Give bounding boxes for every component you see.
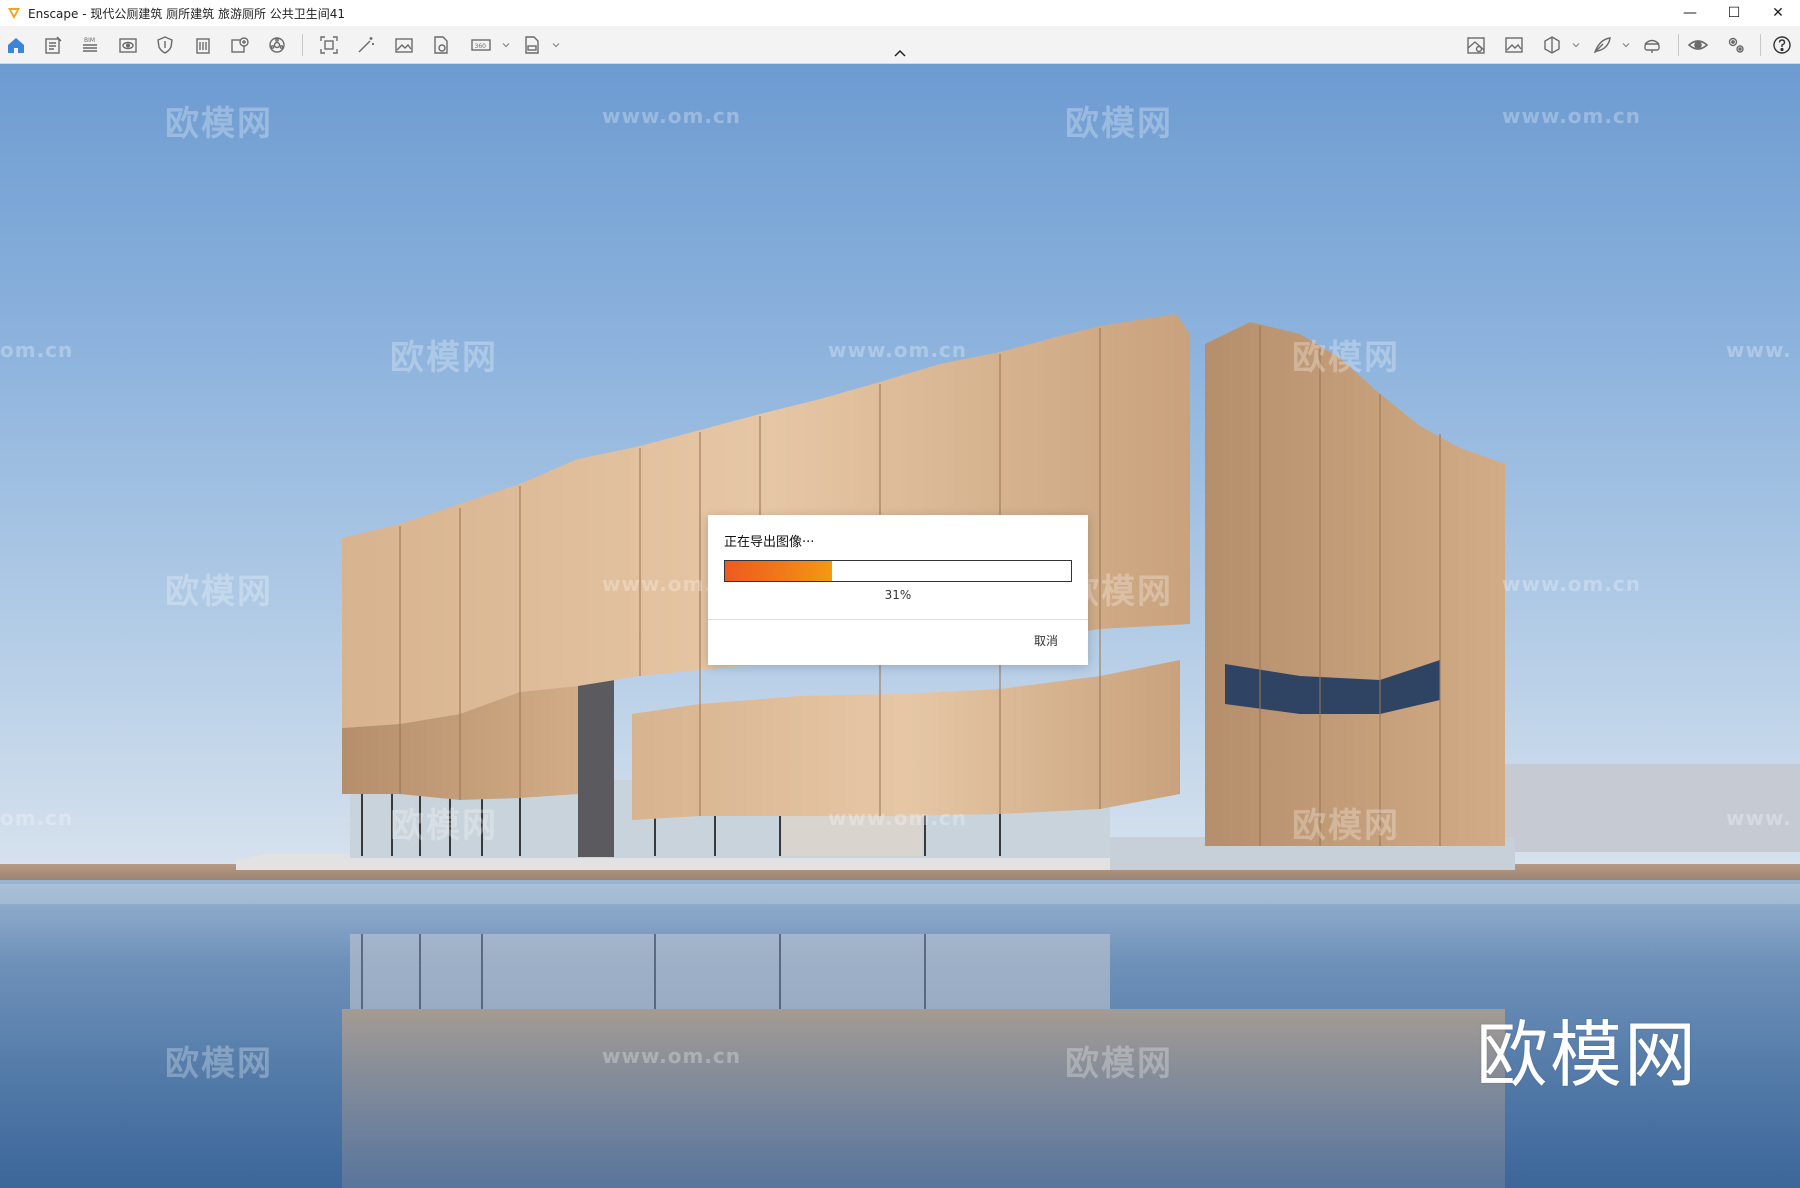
- toolbar-divider: [1678, 34, 1679, 56]
- watermark-text: 欧模网: [390, 806, 498, 846]
- watermark-logo: 欧模网: [1476, 1013, 1699, 1097]
- map-button[interactable]: [1462, 31, 1490, 59]
- vr-button[interactable]: [1638, 31, 1666, 59]
- gallery-button[interactable]: [1500, 31, 1528, 59]
- bim-icon: BIM: [83, 37, 97, 52]
- panorama-360-icon: 360: [471, 39, 491, 51]
- material-dropdown[interactable]: [1570, 35, 1582, 55]
- chevron-down-icon: [1622, 43, 1630, 48]
- close-button[interactable]: ✕: [1756, 0, 1800, 26]
- collapse-toolbar-button[interactable]: [890, 46, 910, 60]
- asset-dropdown[interactable]: [1620, 35, 1632, 55]
- building-button[interactable]: [189, 31, 217, 59]
- magic-wand-icon: [358, 37, 374, 53]
- dialog-title: 正在导出图像···: [724, 535, 815, 550]
- atmosphere-button[interactable]: [263, 31, 291, 59]
- safe-frame-button[interactable]: [151, 31, 179, 59]
- export-file-icon: [434, 36, 448, 54]
- watermark-url: www.: [1726, 338, 1792, 362]
- dialog-divider: [708, 619, 1088, 620]
- batch-export-button[interactable]: [518, 31, 546, 59]
- image-gallery-icon: [1505, 37, 1523, 53]
- screenshot-button[interactable]: [315, 31, 343, 59]
- notes-button[interactable]: [39, 31, 67, 59]
- watermark-text: 欧模网: [165, 1044, 273, 1084]
- image-icon: [395, 38, 413, 53]
- map-icon: [1467, 37, 1485, 54]
- water-highlight: [0, 884, 1800, 904]
- svg-text:BIM: BIM: [84, 37, 95, 44]
- toolbar-divider: [1760, 34, 1761, 56]
- watermark-url: om.cn: [0, 338, 74, 362]
- maximize-button[interactable]: ☐: [1712, 0, 1756, 26]
- watermark-url: www.om.cn: [1502, 104, 1642, 128]
- chevron-up-icon: [894, 49, 906, 57]
- settings-icon: [1728, 37, 1744, 53]
- watermark-text: 欧模网: [390, 338, 498, 378]
- title-bar: Enscape - 现代公厕建筑 厕所建筑 旅游厕所 公共卫生间41 — ☐ ✕: [0, 0, 1800, 26]
- watermark-text: 欧模网: [1065, 104, 1173, 144]
- chevron-down-icon: [552, 43, 560, 48]
- screenshot-icon: [320, 36, 338, 54]
- minimize-button[interactable]: —: [1668, 0, 1712, 26]
- material-button[interactable]: [1538, 31, 1566, 59]
- watermark-url: www.om.cn: [602, 104, 742, 128]
- panorama-dropdown[interactable]: [500, 35, 512, 55]
- watermark-url: www.om.cn: [828, 806, 968, 830]
- progress-percent: 31%: [884, 588, 912, 602]
- wood-fins-right-wing: [1205, 322, 1505, 846]
- export-dropdown[interactable]: [550, 35, 562, 55]
- svg-text:360: 360: [475, 43, 487, 50]
- chevron-down-icon: [1572, 43, 1580, 48]
- watermark-url: www.om.cn: [828, 338, 968, 362]
- watermark-url: www.om.cn: [1502, 572, 1642, 596]
- notes-icon: [45, 36, 62, 54]
- window-title: Enscape - 现代公厕建筑 厕所建筑 旅游厕所 公共卫生间41: [28, 6, 346, 21]
- watermark-url: www.: [1726, 806, 1792, 830]
- wood-band-lower: [632, 660, 1180, 820]
- cancel-button[interactable]: 取消: [1034, 632, 1058, 649]
- progress-fill: [725, 561, 833, 581]
- eye-icon: [1687, 40, 1709, 50]
- toolbar-divider: [302, 34, 303, 56]
- vr-icon: [1644, 39, 1660, 53]
- sun-icon: [269, 37, 285, 53]
- shield-icon: [157, 36, 173, 54]
- asset-library-button[interactable]: [1588, 31, 1616, 59]
- watermark-text: 欧模网: [1292, 338, 1400, 378]
- enscape-window: Enscape - 现代公厕建筑 厕所建筑 旅游厕所 公共卫生间41 — ☐ ✕…: [0, 0, 1800, 1188]
- export-progress-bar: [724, 560, 1072, 582]
- cube-icon: [1544, 36, 1560, 54]
- home-icon: [8, 38, 24, 53]
- watermark-text: 欧模网: [165, 572, 273, 612]
- home-button[interactable]: [2, 31, 30, 59]
- help-icon: [1773, 36, 1791, 54]
- building-reflection: [342, 1009, 1505, 1188]
- add-view-icon: [231, 37, 249, 53]
- view-icon: [119, 38, 137, 53]
- enscape-logo-icon: [8, 8, 20, 19]
- export-file-button[interactable]: [427, 31, 455, 59]
- watermark-url: om.cn: [0, 806, 74, 830]
- add-view-button[interactable]: [226, 31, 254, 59]
- view-mode-button[interactable]: [114, 31, 142, 59]
- watermark-url: www.om.cn: [602, 1044, 742, 1068]
- visual-settings-button[interactable]: [1684, 31, 1712, 59]
- general-settings-button[interactable]: [1722, 31, 1750, 59]
- render-image-button[interactable]: [390, 31, 418, 59]
- panorama-button[interactable]: 360: [467, 31, 495, 59]
- chevron-down-icon: [502, 43, 510, 48]
- magic-wand-button[interactable]: [352, 31, 380, 59]
- feather-icon: [1593, 37, 1611, 54]
- watermark-text: 欧模网: [1065, 1044, 1173, 1084]
- glass-reflection: [350, 934, 1110, 1009]
- export-progress-dialog: 正在导出图像··· 31% 取消: [708, 515, 1088, 665]
- help-button[interactable]: [1768, 31, 1796, 59]
- watermark-text: 欧模网: [165, 104, 273, 144]
- bim-button[interactable]: BIM: [76, 31, 104, 59]
- watermark-text: 欧模网: [1292, 806, 1400, 846]
- batch-export-icon: [525, 36, 539, 54]
- building-icon: [196, 38, 210, 54]
- window-controls: — ☐ ✕: [1668, 0, 1800, 26]
